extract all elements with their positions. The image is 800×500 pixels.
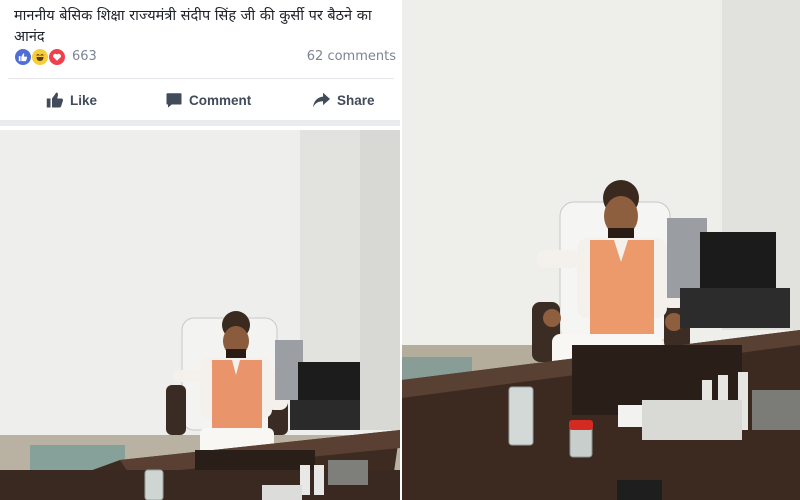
office-photo-closeup-image xyxy=(402,0,800,500)
speech-bubble-icon xyxy=(166,93,182,108)
comments-count-link[interactable]: 62 comments xyxy=(307,49,396,64)
share-button-label: Share xyxy=(337,92,375,108)
love-reaction-icon xyxy=(48,48,66,66)
office-photo-wide-image xyxy=(0,130,400,500)
share-button[interactable]: Share xyxy=(312,82,375,118)
reactions-row[interactable]: 663 62 comments xyxy=(14,47,396,67)
share-arrow-icon xyxy=(313,92,330,107)
reaction-icons[interactable] xyxy=(14,47,74,67)
comment-button[interactable]: Comment xyxy=(165,82,251,118)
like-button[interactable]: Like xyxy=(46,82,97,118)
comment-button-label: Comment xyxy=(189,92,252,108)
office-photo-closeup xyxy=(402,0,800,500)
thumbs-up-icon xyxy=(46,92,63,108)
post-actions-bar: Like Comment Share xyxy=(0,82,402,118)
haha-reaction-icon xyxy=(31,48,49,66)
like-button-label: Like xyxy=(70,92,98,108)
card-bottom-border xyxy=(0,120,402,126)
actions-divider xyxy=(8,78,394,79)
office-photo-wide xyxy=(0,130,400,500)
photo-divider xyxy=(400,0,402,500)
like-reaction-icon xyxy=(14,48,32,66)
post-text: माननीय बेसिक शिक्षा राज्यमंत्री संदीप सि… xyxy=(14,8,372,45)
reaction-count[interactable]: 663 xyxy=(72,49,97,64)
facebook-post-card: माननीय बेसिक शिक्षा राज्यमंत्री संदीप सि… xyxy=(0,0,402,126)
